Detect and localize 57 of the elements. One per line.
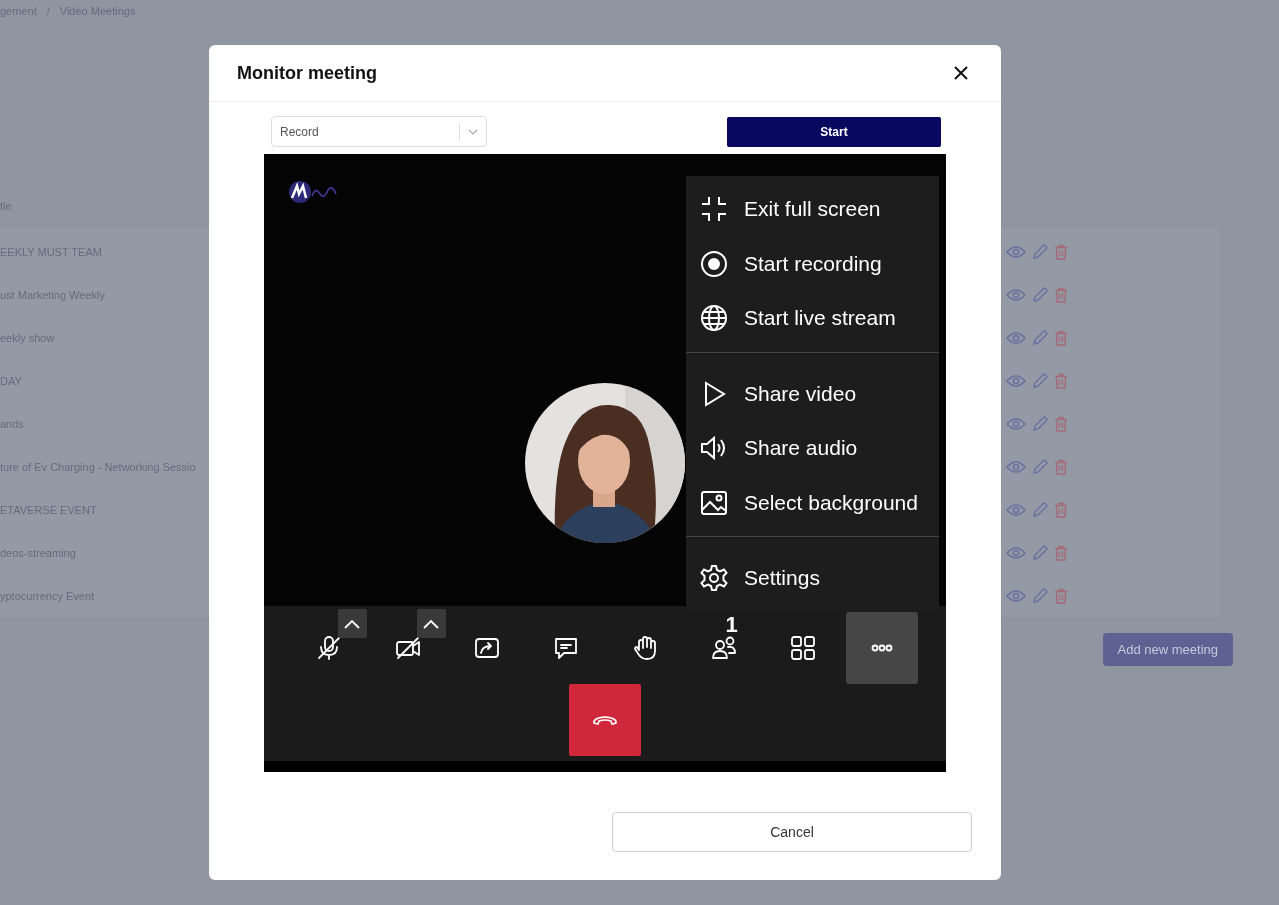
exit-fullscreen-icon [700,195,728,224]
chevron-down-icon [468,128,478,135]
grid-icon [788,634,817,662]
close-icon[interactable] [954,66,968,80]
pencil-icon[interactable] [1032,544,1048,561]
trash-icon[interactable] [1054,501,1068,518]
participant-count: 1 [725,612,738,638]
trash-icon[interactable] [1054,587,1068,604]
pencil-icon[interactable] [1032,458,1048,475]
eye-icon[interactable] [1006,588,1026,603]
pencil-icon[interactable] [1032,587,1048,604]
breadcrumb-separator: / [46,5,50,19]
pencil-icon[interactable] [1032,286,1048,303]
trash-icon[interactable] [1054,544,1068,561]
dialog-title: Monitor meeting [237,62,377,84]
chevron-up-icon [344,618,360,629]
chevron-up-icon [423,618,439,629]
trash-icon[interactable] [1054,458,1068,475]
eye-icon[interactable] [1006,373,1026,388]
trash-icon[interactable] [1054,415,1068,432]
speaker-icon [700,434,728,463]
menu-item[interactable]: Share audio [686,421,939,476]
eye-icon[interactable] [1006,545,1026,560]
menu-item[interactable]: Select background [686,475,939,530]
record-icon [700,249,728,278]
eye-icon[interactable] [1006,416,1026,431]
globe-icon [700,304,728,333]
caret-button[interactable] [337,609,367,638]
settings-icon [700,564,728,593]
start-button[interactable]: Start [727,116,941,147]
pencil-icon[interactable] [1032,415,1048,432]
cancel-button[interactable]: Cancel [612,812,972,852]
pencil-icon[interactable] [1032,372,1048,389]
menu-item[interactable]: Share video [686,366,939,421]
pencil-icon[interactable] [1032,501,1048,518]
eye-icon[interactable] [1006,459,1026,474]
caret-button[interactable] [416,609,446,638]
eye-icon[interactable] [1006,287,1026,302]
phone-icon [592,714,618,726]
menu-item[interactable]: Exit full screen [686,182,939,237]
pencil-icon[interactable] [1032,243,1048,260]
record-dropdown[interactable]: Record [271,116,487,147]
pencil-icon[interactable] [1032,329,1048,346]
trash-icon[interactable] [1054,372,1068,389]
eye-icon[interactable] [1006,244,1026,259]
eye-icon[interactable] [1006,330,1026,345]
eye-icon[interactable] [1006,502,1026,517]
trash-icon[interactable] [1054,243,1068,260]
people-icon [709,634,738,662]
menu-item[interactable]: Start live stream [686,291,939,346]
trash-icon[interactable] [1054,329,1068,346]
trash-icon[interactable] [1054,286,1068,303]
image-icon [700,488,728,517]
more-options-button[interactable] [845,612,918,684]
menu-item[interactable]: Settings [686,551,939,606]
add-meeting-button[interactable]: Add new meeting [1102,633,1233,666]
menu-item[interactable]: Start recording [686,236,939,291]
